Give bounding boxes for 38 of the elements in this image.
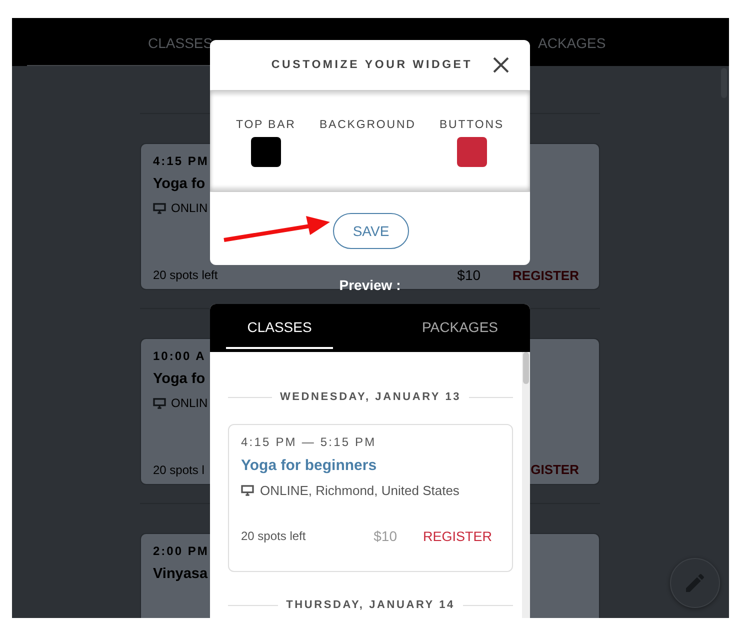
color-option-label: TOP BAR — [236, 119, 296, 131]
color-option-label: BUTTONS — [439, 119, 504, 131]
color-swatch[interactable] — [250, 137, 281, 167]
color-option-label: BACKGROUND — [319, 119, 416, 131]
tab[interactable]: ACKAGES — [538, 35, 606, 65]
register-link[interactable]: REGISTER — [512, 268, 579, 282]
class-price: $10 — [374, 528, 397, 544]
class-title[interactable]: Yoga for beginners — [241, 457, 492, 474]
class-title[interactable]: Yoga fo — [153, 176, 206, 192]
scrollbar[interactable] — [522, 352, 530, 618]
class-title[interactable]: Yoga fo — [153, 371, 206, 387]
date-heading: WEDNESDAY, JANUARY 13 — [280, 391, 462, 403]
date-heading: THURSDAY, JANUARY 14 — [286, 599, 455, 611]
dialog-title: CUSTOMIZE YOUR WIDGET — [271, 59, 473, 71]
spots-left: 20 spots left — [241, 529, 306, 543]
monitor-icon — [153, 202, 166, 214]
class-title[interactable]: Vinyasa — [153, 566, 208, 582]
class-time: 4:15 PM — [153, 154, 209, 168]
class-price: $10 — [457, 267, 481, 283]
register-link[interactable]: REGISTER — [422, 528, 492, 544]
register-link[interactable]: GISTER — [530, 462, 579, 477]
spots-left: 20 spots left — [153, 268, 218, 282]
class-location: ONLIN — [171, 396, 208, 410]
class-time: 2:00 PM — [153, 544, 209, 558]
monitor-icon — [153, 398, 166, 408]
tab[interactable]: CLASSES — [226, 319, 333, 349]
tab[interactable]: PACKAGES — [422, 319, 498, 347]
class-time: 10:00 A — [153, 349, 206, 363]
monitor-icon — [241, 485, 254, 496]
close-icon[interactable] — [493, 57, 509, 73]
class-location: ONLINE, Richmond, United States — [260, 483, 460, 498]
pencil-icon — [683, 571, 707, 595]
save-button[interactable]: SAVE — [333, 212, 409, 248]
spots-left: 20 spots l — [153, 462, 204, 476]
class-time: 4:15 PM — 5:15 PM — [241, 435, 378, 449]
color-swatch[interactable] — [456, 137, 487, 167]
class-location: ONLIN — [171, 201, 208, 215]
preview-label: Preview : — [339, 276, 401, 294]
